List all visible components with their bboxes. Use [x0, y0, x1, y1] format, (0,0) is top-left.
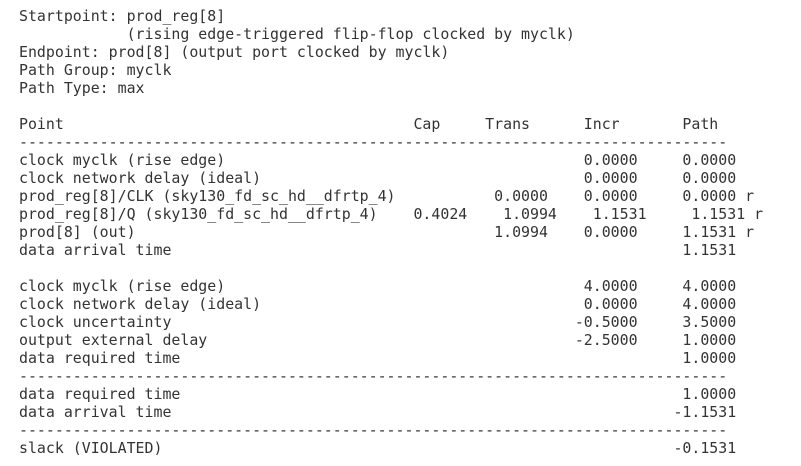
required-row: clock myclk (rise edge) 4.0000 4.0000 — [19, 277, 737, 295]
path-type-line: Path Type: max — [19, 79, 145, 97]
required-row: clock network delay (ideal) 0.0000 4.000… — [19, 295, 737, 313]
slack-row: slack (VIOLATED) -0.1531 — [19, 439, 737, 457]
table-column-header: Point Cap Trans Incr Path — [19, 115, 719, 133]
separator-line: ----------------------------------------… — [19, 133, 728, 151]
summary-row: data required time 1.0000 — [19, 385, 737, 403]
timing-report: Startpoint: prod_reg[8] (rising edge-tri… — [0, 0, 801, 466]
required-row: clock uncertainty -0.5000 3.5000 — [19, 313, 737, 331]
required-row: output external delay -2.5000 1.0000 — [19, 331, 737, 349]
arrival-row: clock network delay (ideal) 0.0000 0.000… — [19, 169, 737, 187]
arrival-row: prod_reg[8]/Q (sky130_fd_sc_hd__dfrtp_4)… — [19, 205, 764, 223]
arrival-row: prod[8] (out) 1.0994 0.0000 1.1531 r — [19, 223, 755, 241]
separator-line: ----------------------------------------… — [19, 421, 728, 439]
arrival-row: prod_reg[8]/CLK (sky130_fd_sc_hd__dfrtp_… — [19, 187, 755, 205]
arrival-row: clock myclk (rise edge) 0.0000 0.0000 — [19, 151, 737, 169]
separator-line: ----------------------------------------… — [19, 367, 728, 385]
startpoint-detail-line: (rising edge-triggered flip-flop clocked… — [19, 25, 575, 43]
endpoint-line: Endpoint: prod[8] (output port clocked b… — [19, 43, 450, 61]
arrival-row: data arrival time 1.1531 — [19, 241, 737, 259]
path-group-line: Path Group: myclk — [19, 61, 172, 79]
startpoint-line: Startpoint: prod_reg[8] — [19, 7, 226, 25]
required-row: data required time 1.0000 — [19, 349, 737, 367]
summary-row: data arrival time -1.1531 — [19, 403, 737, 421]
